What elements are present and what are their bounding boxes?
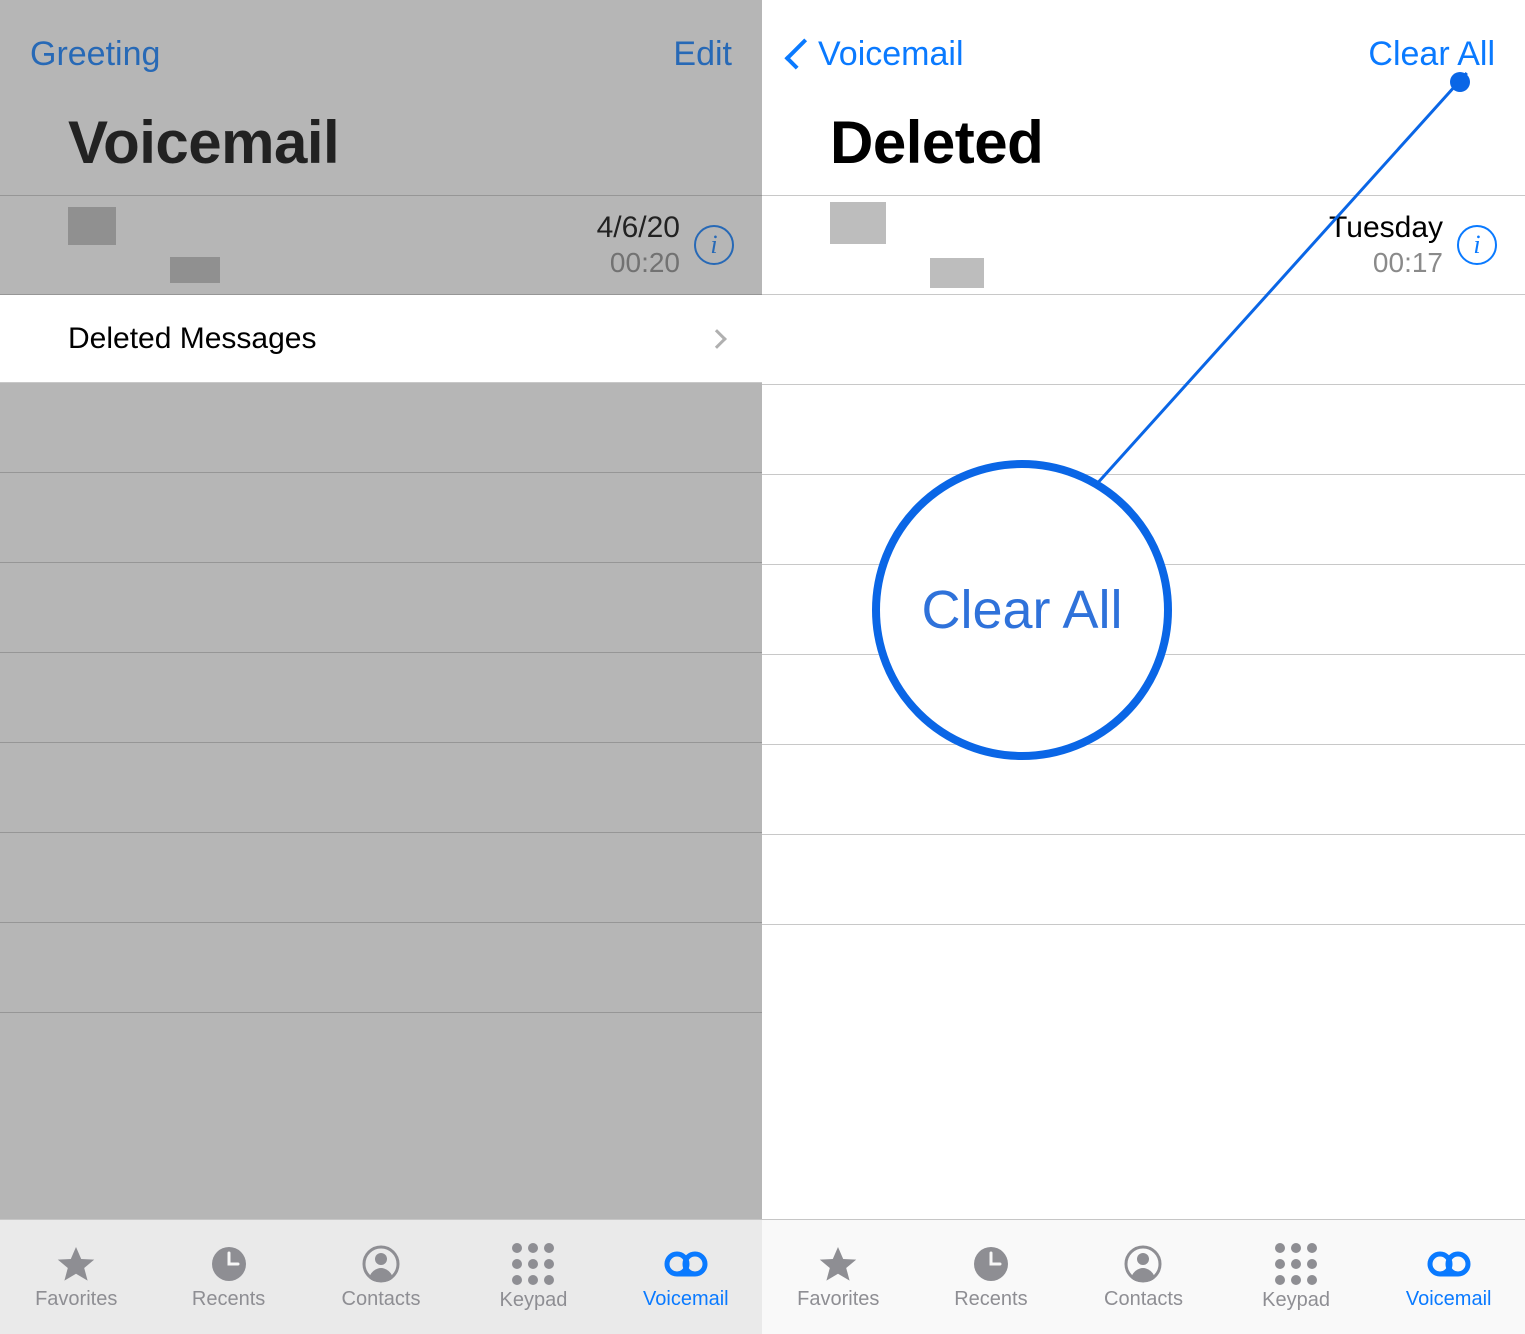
tab-recents[interactable]: Recents [915, 1220, 1068, 1334]
tab-label: Favorites [35, 1288, 117, 1311]
voicemail-meta: 4/6/20 00:20 [597, 211, 694, 279]
list-separator [762, 835, 1525, 925]
voicemail-caller-redacted [830, 202, 1329, 288]
back-button[interactable]: Voicemail [792, 35, 964, 74]
tab-label: Recents [192, 1288, 265, 1311]
annotation-label: Clear All [921, 579, 1122, 641]
screen-deleted-voicemails: Voicemail Clear All Deleted Tuesday 00:1… [762, 0, 1525, 1334]
tab-voicemail[interactable]: Voicemail [610, 1220, 762, 1334]
voicemail-list: 4/6/20 00:20 i Deleted Messages [0, 195, 762, 1013]
list-separator [762, 295, 1525, 385]
voicemail-date: Tuesday [1329, 211, 1443, 245]
info-icon[interactable]: i [694, 225, 734, 265]
navbar: Voicemail Clear All [762, 0, 1525, 108]
voicemail-item[interactable]: Tuesday 00:17 i [762, 195, 1525, 295]
clear-all-button[interactable]: Clear All [1368, 35, 1495, 74]
tab-label: Favorites [797, 1288, 879, 1311]
list-separator [0, 383, 762, 473]
tab-contacts[interactable]: Contacts [1067, 1220, 1220, 1334]
page-title: Deleted [762, 108, 1525, 195]
list-separator [0, 653, 762, 743]
chevron-left-icon [784, 38, 815, 69]
tab-label: Voicemail [1406, 1288, 1492, 1311]
greeting-button[interactable]: Greeting [30, 35, 160, 74]
list-separator [0, 743, 762, 833]
tab-contacts[interactable]: Contacts [305, 1220, 457, 1334]
voicemail-item[interactable]: 4/6/20 00:20 i [0, 195, 762, 295]
list-separator [0, 923, 762, 1013]
voicemail-date: 4/6/20 [597, 211, 680, 245]
voicemail-caller-redacted [68, 207, 597, 283]
tab-favorites[interactable]: Favorites [0, 1220, 152, 1334]
tab-keypad[interactable]: Keypad [1220, 1220, 1373, 1334]
edit-button[interactable]: Edit [673, 35, 732, 74]
info-icon[interactable]: i [1457, 225, 1497, 265]
tab-favorites[interactable]: Favorites [762, 1220, 915, 1334]
tab-recents[interactable]: Recents [152, 1220, 304, 1334]
tab-label: Contacts [1104, 1288, 1183, 1311]
tab-label: Voicemail [643, 1288, 729, 1311]
tabbar: Favorites Recents Contacts Keypad Voicem… [0, 1219, 762, 1334]
tab-voicemail[interactable]: Voicemail [1372, 1220, 1525, 1334]
back-label: Voicemail [818, 35, 964, 74]
list-separator [0, 473, 762, 563]
tab-label: Contacts [342, 1288, 421, 1311]
keypad-icon [512, 1243, 554, 1285]
screen-voicemail-list: Greeting Edit Voicemail 4/6/20 00:20 i D… [0, 0, 762, 1334]
voicemail-duration: 00:17 [1329, 247, 1443, 279]
voicemail-duration: 00:20 [597, 247, 680, 279]
list-separator [0, 563, 762, 653]
navbar: Greeting Edit [0, 0, 762, 108]
list-separator [762, 745, 1525, 835]
tab-label: Recents [954, 1288, 1027, 1311]
deleted-messages-row[interactable]: Deleted Messages [0, 295, 762, 383]
annotation-callout: Clear All [872, 460, 1172, 760]
tabbar: Favorites Recents Contacts Keypad Voicem… [762, 1219, 1525, 1334]
tab-label: Keypad [500, 1289, 568, 1312]
deleted-messages-label: Deleted Messages [68, 322, 710, 356]
voicemail-meta: Tuesday 00:17 [1329, 211, 1457, 279]
tab-keypad[interactable]: Keypad [457, 1220, 609, 1334]
keypad-icon [1275, 1243, 1317, 1285]
list-separator [0, 833, 762, 923]
tab-label: Keypad [1262, 1289, 1330, 1312]
page-title: Voicemail [0, 108, 762, 195]
chevron-right-icon [707, 329, 727, 349]
